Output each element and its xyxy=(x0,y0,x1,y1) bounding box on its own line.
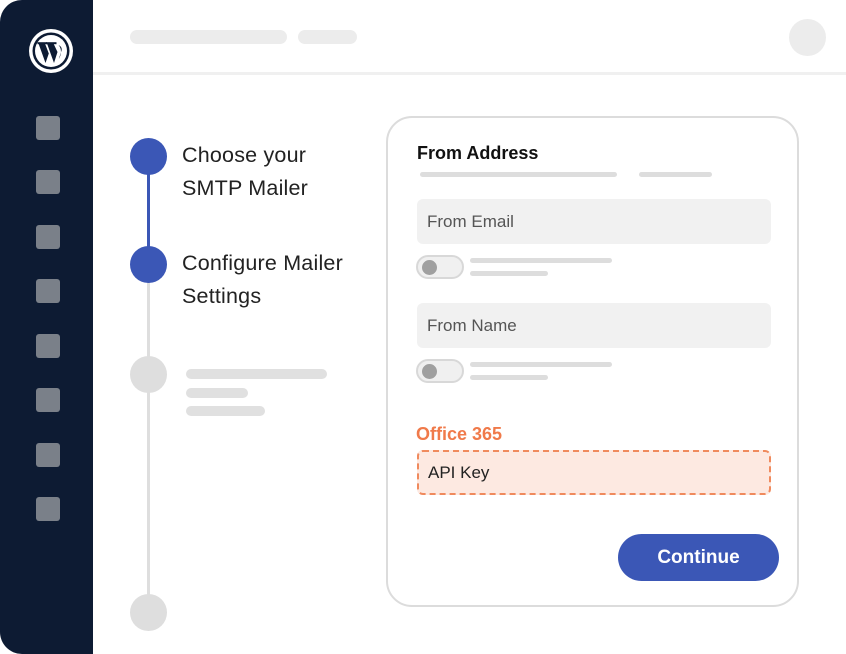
step-4-indicator xyxy=(130,594,167,631)
sidebar-menu-item-1[interactable] xyxy=(36,116,60,140)
continue-button[interactable]: Continue xyxy=(618,534,779,581)
from-email-field[interactable]: From Email xyxy=(417,199,771,244)
toggle-knob xyxy=(422,364,437,379)
wordpress-logo-icon[interactable] xyxy=(28,28,74,74)
avatar[interactable] xyxy=(789,19,826,56)
from-name-toggle[interactable] xyxy=(416,359,464,383)
top-bar-placeholder xyxy=(298,30,357,44)
sidebar-menu-item-5[interactable] xyxy=(36,334,60,358)
step-2-indicator xyxy=(130,246,167,283)
stepper-line-complete xyxy=(147,170,150,255)
sidebar-menu-item-2[interactable] xyxy=(36,170,60,194)
step-3-placeholder xyxy=(186,406,265,416)
step-3-indicator xyxy=(130,356,167,393)
form-title: From Address xyxy=(417,143,539,163)
step-1-indicator xyxy=(130,138,167,175)
sidebar-menu-item-6[interactable] xyxy=(36,388,60,412)
top-bar-placeholder xyxy=(130,30,287,44)
toggle-description-placeholder xyxy=(470,362,612,367)
form-description-placeholder xyxy=(420,172,617,177)
sidebar-menu-item-8[interactable] xyxy=(36,497,60,521)
stepper-line-pending xyxy=(147,280,150,610)
step-2-label: Configure Mailer Settings xyxy=(182,251,343,308)
toggle-description-placeholder xyxy=(470,258,612,263)
from-email-toggle[interactable] xyxy=(416,255,464,279)
mailer-label: Office 365 xyxy=(416,424,503,444)
sidebar xyxy=(0,0,93,654)
step-3-placeholder xyxy=(186,369,327,379)
step-1-label: Choose your SMTP Mailer xyxy=(182,143,309,200)
from-name-field[interactable]: From Name xyxy=(417,303,771,348)
toggle-knob xyxy=(422,260,437,275)
sidebar-menu-item-3[interactable] xyxy=(36,225,60,249)
sidebar-menu-item-4[interactable] xyxy=(36,279,60,303)
step-3-placeholder xyxy=(186,388,248,398)
toggle-description-placeholder xyxy=(470,271,548,276)
toggle-description-placeholder xyxy=(470,375,548,380)
form-description-placeholder xyxy=(639,172,712,177)
api-key-field[interactable]: API Key xyxy=(417,450,771,495)
sidebar-menu-item-7[interactable] xyxy=(36,443,60,467)
